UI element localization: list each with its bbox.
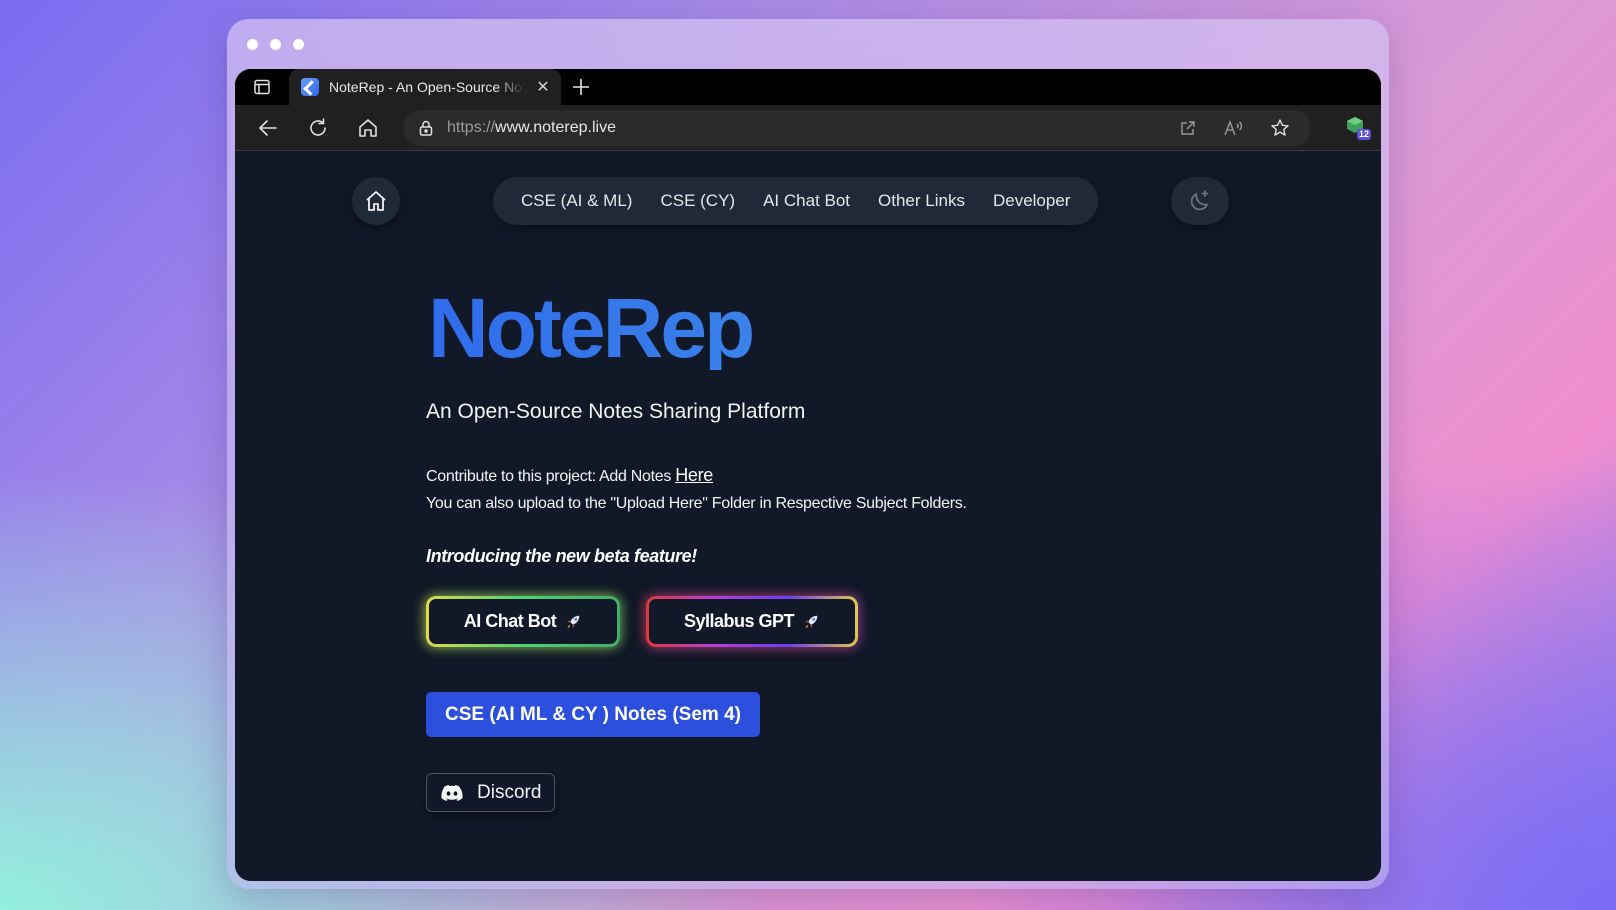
plus-icon: [573, 79, 589, 95]
maximize-window-dot[interactable]: [293, 39, 304, 50]
favorite-button[interactable]: [1263, 113, 1297, 143]
tab-actions-button[interactable]: [235, 69, 289, 105]
lock-icon[interactable]: [417, 119, 435, 137]
home-icon: [366, 191, 386, 211]
syllabus-gpt-label: Syllabus GPT: [683, 611, 795, 631]
home-icon: [359, 118, 377, 137]
beta-buttons: AI Chat Bot Syllabus GPT: [426, 596, 1226, 647]
window-controls: [247, 39, 304, 50]
moon-sparkle-icon: [1190, 190, 1209, 211]
close-tab-icon[interactable]: ✕: [535, 77, 551, 97]
site-logo: NoteRep: [428, 286, 1226, 370]
noterep-favicon-icon: [301, 78, 319, 96]
url-scheme: https://: [447, 118, 496, 136]
rocket-icon: [567, 615, 580, 628]
refresh-button[interactable]: [295, 110, 341, 146]
back-button[interactable]: [245, 110, 291, 146]
site-header: CSE (AI & ML) CSE (CY) AI Chat Bot Other…: [235, 177, 1381, 227]
site-nav: CSE (AI & ML) CSE (CY) AI Chat Bot Other…: [493, 177, 1099, 225]
new-tab-button[interactable]: [561, 69, 601, 105]
nav-link-developer[interactable]: Developer: [979, 191, 1085, 211]
read-aloud-icon: [1224, 119, 1243, 135]
contribute-here-link[interactable]: Here: [675, 465, 713, 485]
discord-button[interactable]: Discord: [426, 773, 555, 812]
tagline: An Open-Source Notes Sharing Platform: [426, 400, 806, 423]
ai-chat-bot-label: AI Chat Bot: [463, 611, 557, 631]
tab-bar: NoteRep - An Open-Source Notes Sharing P…: [235, 69, 1381, 105]
extension-badge: 12: [1359, 128, 1370, 139]
nav-link-other-links[interactable]: Other Links: [864, 191, 979, 211]
active-tab[interactable]: NoteRep - An Open-Source Notes Sharing P…: [289, 69, 561, 105]
close-window-dot[interactable]: [247, 39, 258, 50]
open-in-app-button[interactable]: [1171, 113, 1205, 143]
back-arrow-icon: [259, 119, 277, 136]
ai-chat-bot-button[interactable]: AI Chat Bot: [426, 596, 620, 647]
nav-link-cse-cy[interactable]: CSE (CY): [646, 191, 749, 211]
sem4-notes-button[interactable]: CSE (AI ML & CY ) Notes (Sem 4): [426, 692, 760, 737]
url-domain: www.noterep.live: [495, 118, 616, 136]
discord-icon: [441, 784, 463, 801]
contribute-line: Contribute to this project: Add Notes He…: [426, 462, 1226, 490]
extension-button[interactable]: 12: [1345, 115, 1371, 141]
beta-intro-text: Introducing the new beta feature!: [426, 546, 697, 566]
read-aloud-button[interactable]: [1217, 113, 1251, 143]
rocket-icon: [805, 615, 818, 628]
hero-section: NoteRep An Open-Source Notes Sharing Pla…: [426, 286, 1226, 812]
browser-window-frame: NoteRep - An Open-Source Notes Sharing P…: [227, 19, 1389, 889]
home-browser-button[interactable]: [345, 110, 391, 146]
theme-toggle-button[interactable]: [1171, 177, 1229, 225]
browser: NoteRep - An Open-Source Notes Sharing P…: [235, 69, 1381, 881]
web-page: CSE (AI & ML) CSE (CY) AI Chat Bot Other…: [235, 151, 1381, 881]
browser-toolbar: https://www.noterep.live 12: [235, 105, 1381, 151]
nav-link-cse-aiml[interactable]: CSE (AI & ML): [507, 191, 646, 211]
minimize-window-dot[interactable]: [270, 39, 281, 50]
discord-label: Discord: [477, 781, 542, 803]
address-bar[interactable]: https://www.noterep.live: [403, 109, 1311, 146]
upload-info-text: You can also upload to the "Upload Here"…: [426, 495, 967, 512]
tab-title: NoteRep - An Open-Source Notes Sharing P…: [329, 79, 525, 95]
star-icon: [1271, 118, 1289, 136]
contribute-text: Contribute to this project: Add Notes: [426, 468, 676, 485]
site-home-button[interactable]: [352, 177, 400, 225]
open-external-icon: [1181, 120, 1195, 135]
refresh-icon: [310, 117, 326, 136]
nav-link-ai-chat-bot[interactable]: AI Chat Bot: [749, 191, 864, 211]
tab-actions-icon: [254, 79, 270, 95]
url-text[interactable]: https://www.noterep.live: [447, 119, 1159, 137]
syllabus-gpt-button[interactable]: Syllabus GPT: [646, 596, 858, 647]
contribute-info: Contribute to this project: Add Notes He…: [426, 462, 1226, 517]
